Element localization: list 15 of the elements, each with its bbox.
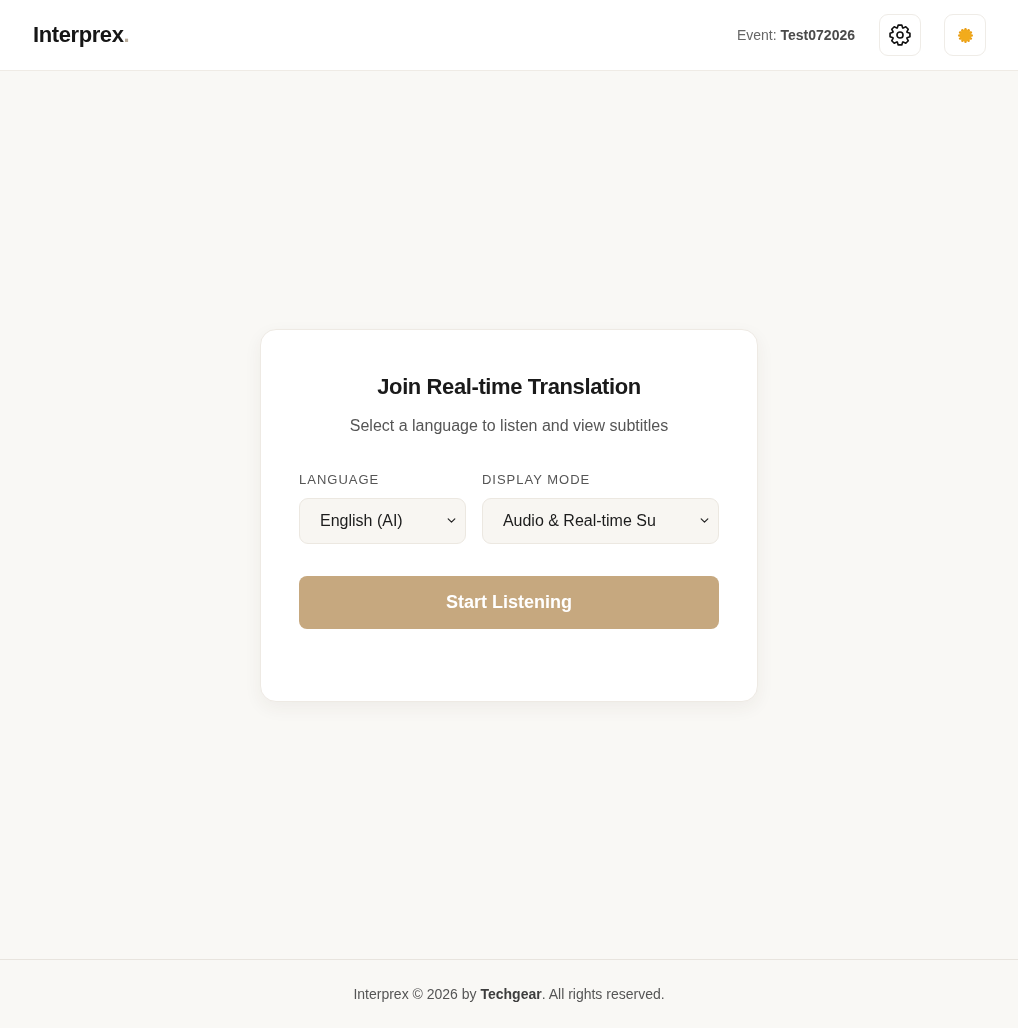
settings-button[interactable] xyxy=(879,14,921,56)
event-label: Event: Test072026 xyxy=(736,25,855,45)
logo[interactable]: Interprex. xyxy=(33,24,130,46)
footer-copyright: Interprex © 2026 by Techgear. All rights reserved. xyxy=(353,984,665,1004)
sun-icon xyxy=(957,27,973,43)
settings-icon xyxy=(889,24,911,46)
dropdown-select[interactable]: English (AI) xyxy=(299,497,466,544)
dropdown-select[interactable]: Audio & Real-time Su xyxy=(481,497,719,544)
card-title: Join Real-time Translation xyxy=(376,373,642,400)
field-label: DISPLAY MODE xyxy=(481,470,592,489)
chevron-down-icon xyxy=(446,518,456,523)
card-subtitle: Select a language to listen and view subtitles xyxy=(348,415,670,436)
theme-toggle-button[interactable] xyxy=(944,14,986,56)
field-label: LANGUAGE xyxy=(299,470,381,489)
chevron-down-icon xyxy=(700,518,709,523)
